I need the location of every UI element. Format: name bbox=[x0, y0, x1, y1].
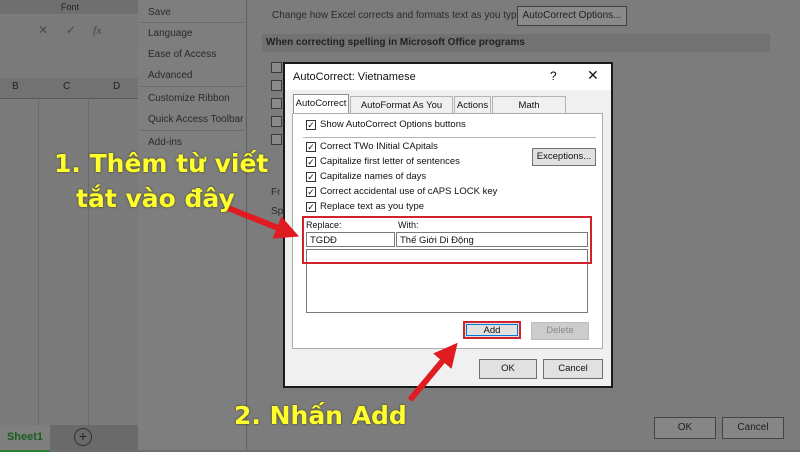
column-header-d[interactable]: D bbox=[113, 81, 120, 92]
nav-item-customize-ribbon[interactable]: Customize Ribbon bbox=[148, 93, 230, 104]
caps-lock-checkbox[interactable]: ✓ bbox=[306, 187, 316, 197]
options-nav bbox=[138, 0, 247, 450]
confirm-entry-icon[interactable]: ✓ bbox=[66, 23, 76, 37]
nav-item-add-ins[interactable]: Add-ins bbox=[148, 137, 182, 148]
replace-highlight-box bbox=[302, 216, 592, 264]
autocorrect-options-text: Change how Excel corrects and formats te… bbox=[272, 10, 525, 21]
two-initial-capitals-checkbox[interactable]: ✓ bbox=[306, 142, 316, 152]
options-partial-label: Sp bbox=[271, 206, 284, 217]
annotation-step2: 2. Nhấn Add bbox=[234, 401, 407, 430]
autocorrect-options-button[interactable]: AutoCorrect Options... bbox=[517, 6, 627, 26]
cancel-entry-icon[interactable]: ✕ bbox=[38, 23, 48, 37]
grid-line bbox=[38, 98, 39, 428]
option-checkbox[interactable] bbox=[271, 62, 282, 73]
cancel-button[interactable]: Cancel bbox=[543, 359, 603, 379]
capitalize-days-checkbox[interactable]: ✓ bbox=[306, 172, 316, 182]
tab-math-autocorrect[interactable]: Math AutoCorrect bbox=[492, 96, 566, 128]
capitalize-days-label: Capitalize names of days bbox=[320, 171, 427, 182]
two-initial-capitals-label: Correct TWo INitial CApitals bbox=[320, 141, 438, 152]
nav-item-save[interactable]: Save bbox=[148, 7, 171, 18]
close-icon[interactable]: ✕ bbox=[587, 67, 599, 84]
options-partial-label: Fr bbox=[271, 187, 281, 198]
capitalize-sentences-label: Capitalize first letter of sentences bbox=[320, 156, 460, 167]
ok-button[interactable]: OK bbox=[479, 359, 537, 379]
nav-item-advanced[interactable]: Advanced bbox=[148, 70, 192, 81]
options-cancel-button[interactable]: Cancel bbox=[722, 417, 784, 439]
show-options-label: Show AutoCorrect Options buttons bbox=[320, 119, 466, 130]
annotation-step1: 1. Thêm từ viết bbox=[54, 149, 269, 178]
option-checkbox[interactable] bbox=[271, 134, 282, 145]
exceptions-button[interactable]: Exceptions... bbox=[532, 148, 596, 166]
dialog-title: AutoCorrect: Vietnamese bbox=[293, 71, 416, 83]
nav-item-ease-of-access[interactable]: Ease of Access bbox=[148, 49, 216, 60]
column-header-c[interactable]: C bbox=[63, 81, 70, 92]
annotation-step1-cont: tắt vào đây bbox=[76, 184, 235, 213]
column-header-b[interactable]: B bbox=[12, 81, 19, 92]
spelling-section-heading: When correcting spelling in Microsoft Of… bbox=[262, 34, 770, 52]
caps-lock-label: Correct accidental use of cAPS LOCK key bbox=[320, 186, 498, 197]
add-sheet-icon[interactable]: + bbox=[74, 428, 92, 446]
function-icon[interactable]: fx bbox=[93, 23, 102, 38]
nav-item-quick-access-toolbar[interactable]: Quick Access Toolbar bbox=[148, 114, 243, 125]
replace-as-you-type-checkbox[interactable]: ✓ bbox=[306, 202, 316, 212]
nav-divider bbox=[140, 130, 244, 131]
ribbon-font-group: Font bbox=[0, 0, 140, 14]
add-button-focus-ring bbox=[466, 324, 518, 336]
option-checkbox[interactable] bbox=[271, 116, 282, 127]
nav-divider bbox=[140, 86, 244, 87]
nav-item-language[interactable]: Language bbox=[148, 28, 193, 39]
option-checkbox[interactable] bbox=[271, 80, 282, 91]
options-ok-button[interactable]: OK bbox=[654, 417, 716, 439]
divider bbox=[303, 137, 596, 138]
sheet-tab-sheet1[interactable]: Sheet1 bbox=[0, 425, 50, 452]
option-checkbox[interactable] bbox=[271, 98, 282, 109]
capitalize-sentences-checkbox[interactable]: ✓ bbox=[306, 157, 316, 167]
tab-actions[interactable]: Actions bbox=[454, 96, 491, 113]
show-options-checkbox[interactable]: ✓ bbox=[306, 120, 316, 130]
tab-autoformat-as-you-type[interactable]: AutoFormat As You Type bbox=[350, 96, 453, 128]
delete-button[interactable]: Delete bbox=[531, 322, 589, 340]
tab-autocorrect[interactable]: AutoCorrect bbox=[293, 94, 349, 114]
replace-as-you-type-label: Replace text as you type bbox=[320, 201, 425, 212]
help-icon[interactable]: ? bbox=[550, 69, 557, 83]
nav-divider bbox=[140, 22, 244, 23]
